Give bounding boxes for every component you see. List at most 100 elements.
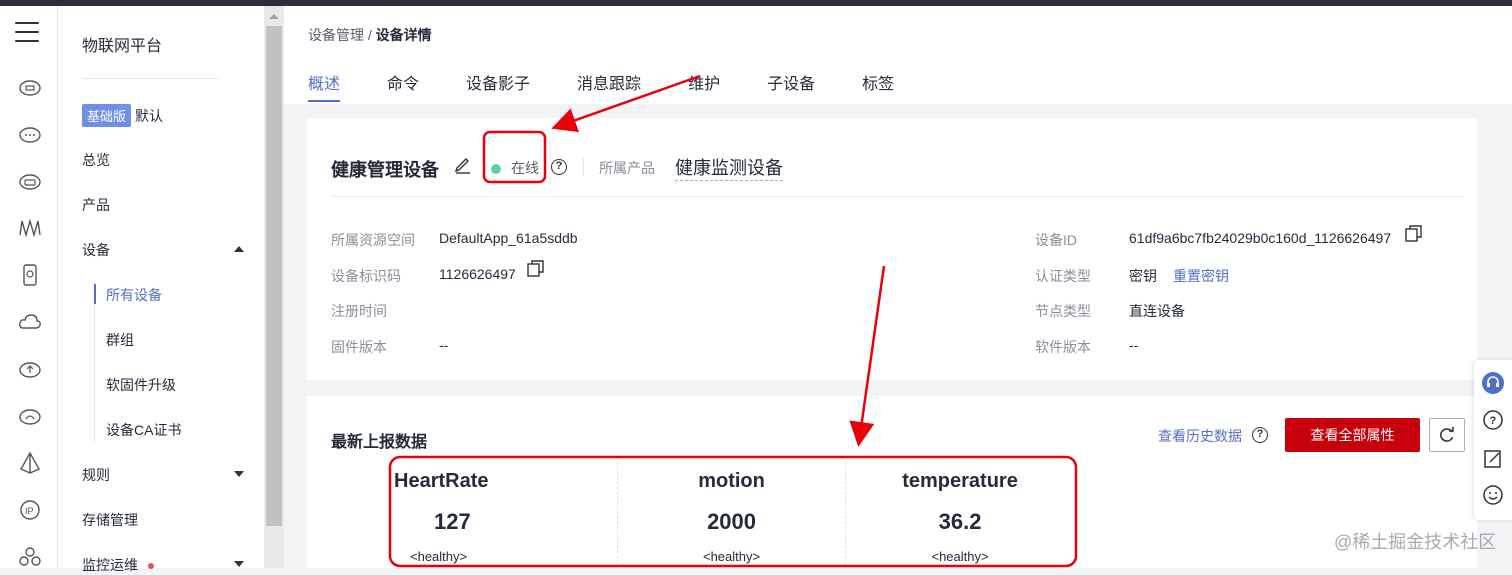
metric-value: 127 [434,509,471,534]
nav-item-product[interactable]: 产品 [82,195,110,215]
software-value: -- [1129,337,1139,353]
breadcrumb: 设备管理 / 设备详情 [308,25,432,45]
chevron-down-icon[interactable] [234,561,244,567]
identifier-value: 1126626497 [439,266,516,282]
nav-scrollbar[interactable] [264,6,284,568]
nav-item-ca-cert[interactable]: 设备CA证书 [106,420,181,440]
tab-maintenance[interactable]: 维护 [688,70,720,102]
auth-type-label: 认证类型 [1035,268,1091,284]
device-id-value: 61df9a6bc7fb24029b0c160d_1126626497 [1129,230,1392,246]
menu-icon[interactable] [15,22,39,42]
scrollbar-thumb[interactable] [266,26,282,526]
identifier-label: 设备标识码 [331,268,401,284]
breadcrumb-current: 设备详情 [375,27,432,43]
edit-icon[interactable] [453,154,473,174]
submenu-line [94,282,95,442]
metric-status: <healthy> [702,549,761,564]
nav-item-storage[interactable]: 存储管理 [82,510,138,530]
tab-device-shadow[interactable]: 设备影子 [466,70,530,102]
auth-type-field: 密钥 重置密钥 [1129,266,1229,286]
edition-name: 默认 [135,108,164,124]
nav-divider [82,78,219,79]
ip-icon[interactable]: IP [17,497,43,523]
metric-name: HeartRate [394,470,489,492]
svg-text:?: ? [1490,415,1497,427]
nav-item-firmware[interactable]: 软固件升级 [106,375,176,395]
metrics-row: HeartRate 127 <healthy> motion 2000 <hea… [390,462,1074,568]
cluster-icon[interactable] [17,544,43,570]
cloud-dots-icon[interactable] [17,121,43,147]
node-type-label: 节点类型 [1035,303,1091,319]
nav-item-rules[interactable]: 规则 [82,465,110,485]
latest-data-card: 最新上报数据 查看历史数据 ? 查看全部属性 HeartRate 127 <he… [307,396,1477,568]
metric-card: temperature 36.2 <healthy> [846,462,1074,568]
pyramid-icon[interactable] [17,450,43,476]
help-icon[interactable]: ? [1252,427,1268,443]
chevron-up-icon[interactable] [234,246,244,252]
copy-icon[interactable] [1405,225,1422,242]
nav-item-monitor-label: 监控运维 [82,557,138,573]
cloud-server-icon[interactable] [17,168,43,194]
floating-toolbar: ? [1474,360,1512,520]
device-phone-icon[interactable] [17,262,43,288]
metric-card: HeartRate 127 <healthy> [390,462,619,568]
help-icon[interactable]: ? [1482,409,1504,431]
nav-item-all-devices[interactable]: 所有设备 [106,285,162,305]
divider [583,158,584,176]
breadcrumb-parent[interactable]: 设备管理 [308,27,364,43]
divider-line [331,196,1463,197]
feedback-edit-icon[interactable] [1482,448,1504,470]
bridge-icon[interactable] [17,215,43,241]
breadcrumb-separator: / [364,27,376,43]
auth-type-value: 密钥 [1129,268,1157,284]
node-type-value: 直连设备 [1129,303,1185,319]
product-name-link[interactable]: 健康监测设备 [675,154,783,181]
scroll-up-icon[interactable] [269,14,279,19]
register-time-label: 注册时间 [331,303,387,319]
svg-text:IP: IP [25,506,34,516]
chevron-down-icon[interactable] [234,471,244,477]
nav-item-monitor[interactable]: 监控运维 [82,555,154,575]
tab-overview[interactable]: 概述 [308,70,341,102]
customer-service-icon[interactable] [1482,372,1504,394]
tab-command[interactable]: 命令 [387,70,419,102]
nav-item-group[interactable]: 群组 [106,330,134,350]
watermark: @稀土掘金技术社区 [1334,532,1497,552]
reset-key-link[interactable]: 重置密钥 [1173,268,1229,284]
edition-selector[interactable]: 基础版 默认 [82,104,163,127]
metric-name: temperature [902,470,1018,492]
product-label: 所属产品 [599,160,655,176]
metric-name: motion [698,470,765,492]
latest-data-title: 最新上报数据 [331,434,428,451]
firmware-value: -- [439,337,449,353]
nav-item-device[interactable]: 设备 [82,240,110,260]
tab-message-trace[interactable]: 消息跟踪 [577,70,641,102]
cloud-device-icon[interactable] [17,74,43,100]
refresh-button[interactable] [1429,418,1465,452]
cloud-icon[interactable] [17,309,43,335]
device-id-label: 设备ID [1035,232,1077,248]
tab-tags[interactable]: 标签 [862,70,894,102]
refresh-icon [1440,427,1454,442]
copy-icon[interactable] [527,260,544,277]
icon-rail: IP [0,6,58,568]
metric-value: 2000 [707,509,757,534]
smile-icon[interactable] [1482,484,1504,506]
view-all-properties-button[interactable]: 查看全部属性 [1285,418,1420,452]
notification-dot [148,563,154,570]
firmware-label: 固件版本 [331,339,387,355]
cloud-gauge-icon[interactable] [17,403,43,429]
tab-sub-devices[interactable]: 子设备 [767,70,815,102]
metric-status: <healthy> [410,549,468,564]
metric-value: 36.2 [938,509,982,534]
status-badge: 在线 [491,158,539,178]
online-dot-icon [491,164,501,174]
resource-space-value: DefaultApp_61a5sddb [439,230,578,246]
history-data-link[interactable]: 查看历史数据 [1158,426,1242,446]
help-icon[interactable]: ? [551,159,567,175]
active-indicator [94,284,96,304]
resource-space-label: 所属资源空间 [331,232,415,248]
cloud-upload-icon[interactable] [17,356,43,382]
page-header: 设备管理 / 设备详情 概述 命令 设备影子 消息跟踪 维护 子设备 标签 [284,6,1512,104]
nav-item-overview[interactable]: 总览 [82,150,110,170]
